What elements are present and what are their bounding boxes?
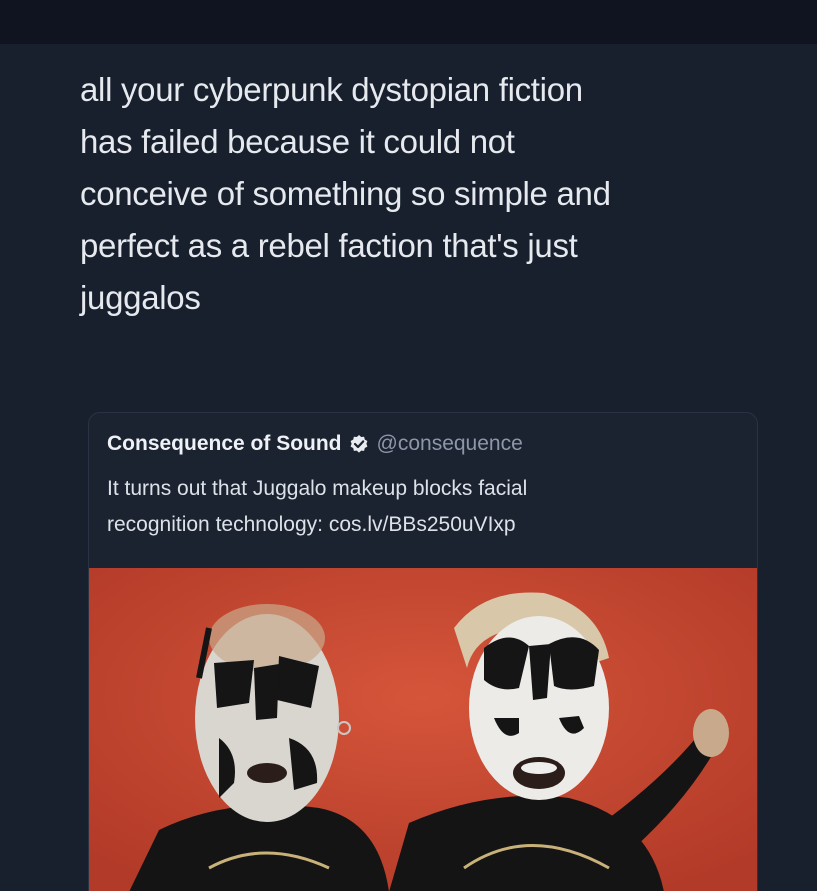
top-bar <box>0 0 817 44</box>
quoted-tweet-header: Consequence of Sound @consequence <box>107 429 523 459</box>
author-name[interactable]: Consequence of Sound <box>107 432 342 456</box>
quoted-tweet-image[interactable] <box>89 568 757 891</box>
verified-badge-icon <box>349 434 369 454</box>
quoted-tweet-line[interactable]: recognition technology: cos.lv/BBs250uVI… <box>107 507 747 543</box>
post-line: conceive of something so simple and <box>80 175 611 212</box>
quoted-tweet-text: It turns out that Juggalo makeup blocks … <box>107 471 747 543</box>
post-line: all your cyberpunk dystopian fiction <box>80 71 583 108</box>
author-handle[interactable]: @consequence <box>377 432 523 456</box>
post-line: perfect as a rebel faction that's just <box>80 227 578 264</box>
screenshot: all your cyberpunk dystopian fiction has… <box>0 0 817 891</box>
post-line: has failed because it could not <box>80 123 515 160</box>
quoted-tweet-card[interactable]: Consequence of Sound @consequence It tur… <box>88 412 758 891</box>
post-body: all your cyberpunk dystopian fiction has… <box>80 64 760 324</box>
post-line: juggalos <box>80 279 201 316</box>
quoted-tweet-line: It turns out that Juggalo makeup blocks … <box>107 477 528 500</box>
